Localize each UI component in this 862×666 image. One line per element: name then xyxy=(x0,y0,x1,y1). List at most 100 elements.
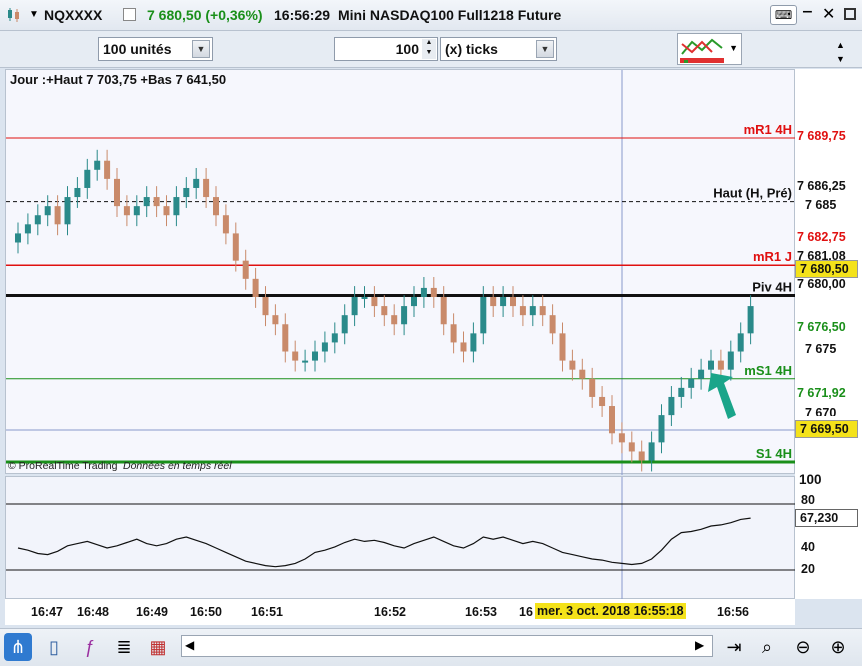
candle xyxy=(460,342,467,352)
close-icon[interactable]: ✕ xyxy=(822,4,835,24)
candle xyxy=(292,351,299,361)
candle xyxy=(698,369,705,379)
candle xyxy=(450,324,457,343)
osc-y-tick-80: 80 xyxy=(801,493,815,507)
candle xyxy=(24,224,31,234)
oscillator-pane[interactable] xyxy=(5,476,796,600)
candle xyxy=(470,333,477,352)
candle xyxy=(114,178,120,207)
candle xyxy=(183,187,190,198)
price-chart[interactable]: mR1 4H Haut (H, Pré) mR1 J Piv 4H mS1 4H S1 4… xyxy=(5,69,796,475)
candle xyxy=(609,406,615,434)
candle xyxy=(242,260,249,279)
checkbox[interactable] xyxy=(123,8,136,21)
level-label: Haut (H, Pré) xyxy=(713,186,792,201)
candle xyxy=(133,206,140,216)
stepper-down-icon[interactable]: ▼ xyxy=(422,49,436,59)
title-bar: ▼ NQXXXX 7 680,50 (+0,36%) 16:56:29 Mini… xyxy=(0,0,862,31)
candle xyxy=(717,360,724,370)
stepper-up-icon[interactable]: ▲ xyxy=(422,39,436,49)
price-axis[interactable]: 7 689,75 7 686,25 7 685 7 682,75 7 681,0… xyxy=(795,69,862,599)
ticks-unit-select[interactable]: (x) ticks ▼ xyxy=(440,37,557,61)
x-tick-label: 16:51 xyxy=(251,605,283,619)
oscillator-chart[interactable] xyxy=(6,477,796,600)
y-tick-label: 7 685 xyxy=(805,198,837,212)
quantity-select[interactable]: 100 unités ▼ xyxy=(98,37,213,61)
scroll-up-icon[interactable]: ▲ xyxy=(836,40,848,54)
candle xyxy=(529,306,536,316)
grid-icon[interactable]: ▦ xyxy=(144,633,172,661)
candle xyxy=(94,160,101,170)
symbol-label[interactable]: NQXXXX xyxy=(44,7,102,23)
share-icon[interactable]: ⋔ xyxy=(4,633,32,661)
quantity-value: 100 unités xyxy=(103,41,172,57)
candle xyxy=(648,442,655,461)
dropdown-arrow-icon[interactable]: ▼ xyxy=(29,9,39,20)
candle xyxy=(391,315,398,325)
chart-info: Jour :+Haut 7 703,75 +Bas 7 641,50 xyxy=(10,72,227,87)
candlestick-chart[interactable]: mR1 4H Haut (H, Pré) mR1 J Piv 4H mS1 4H S1 4… xyxy=(6,70,796,475)
candle xyxy=(74,187,81,198)
level-price-mr1-4h: 7 689,75 xyxy=(797,129,846,143)
level-label: mR1 4H xyxy=(744,122,792,137)
candle xyxy=(341,315,348,334)
candle xyxy=(312,351,318,361)
indicator-button[interactable]: ▼ xyxy=(677,33,742,65)
order-toolbar: 100 unités ▼ 100 ▲ ▼ (x) ticks ▼ ▼ ▲ ▼ xyxy=(0,31,862,68)
candle xyxy=(203,178,210,198)
horizontal-scrollbar[interactable]: ◀ ▶ xyxy=(181,635,713,657)
candle xyxy=(381,306,388,316)
chart-footer-brand: © ProRealTime Trading xyxy=(8,460,118,472)
price-change: 7 680,50 (+0,36%) xyxy=(147,7,263,23)
x-tick-label: 16:49 xyxy=(136,605,168,619)
chevron-down-icon[interactable]: ▼ xyxy=(192,40,210,58)
wand-icon[interactable]: ƒ xyxy=(76,633,104,661)
arrow-annotation xyxy=(708,373,736,419)
current-price-2: 7 680,00 xyxy=(797,277,846,291)
candle xyxy=(599,396,606,407)
x-tick-label: 16:48 xyxy=(77,605,109,619)
ticks-unit-value: (x) ticks xyxy=(445,41,498,57)
osc-y-tick-100: 100 xyxy=(799,472,822,487)
candle xyxy=(351,297,358,316)
candle xyxy=(44,206,51,216)
candle xyxy=(282,324,289,352)
candle xyxy=(272,315,279,325)
candle xyxy=(163,206,170,216)
y-tick-label: 7 675 xyxy=(805,342,837,356)
oscillator-value-tag: 67,230 xyxy=(795,509,858,527)
candle xyxy=(559,333,566,361)
candle xyxy=(173,197,180,216)
candle xyxy=(213,197,219,216)
candle xyxy=(104,160,111,179)
scroll-down-icon[interactable]: ▼ xyxy=(836,54,848,66)
candle xyxy=(232,233,239,261)
candle xyxy=(678,387,685,397)
maximize-icon[interactable] xyxy=(844,8,856,20)
keyboard-icon[interactable]: ⌨ xyxy=(770,5,797,25)
candle xyxy=(262,297,269,316)
chevron-down-icon[interactable]: ▼ xyxy=(536,40,554,58)
chevron-down-icon[interactable]: ▼ xyxy=(729,43,738,53)
candle xyxy=(539,306,546,316)
trade-chart-icon xyxy=(680,38,724,63)
time-axis[interactable]: 16:47 16:48 16:49 16:50 16:51 16:52 16:5… xyxy=(5,599,795,625)
scroll-right-icon[interactable]: ▶ xyxy=(695,638,704,652)
candle xyxy=(579,369,586,379)
zoom-in-icon[interactable]: ⊕ xyxy=(824,633,852,661)
list-icon[interactable]: ≣ xyxy=(110,633,138,661)
level-label: mR1 J xyxy=(753,249,792,264)
minimize-icon[interactable]: ‒ xyxy=(803,3,812,21)
candle xyxy=(727,351,734,370)
candlestick-icon[interactable] xyxy=(6,7,22,23)
candle xyxy=(361,297,368,300)
layout-icon[interactable]: ▯ xyxy=(40,633,68,661)
zoom-out-icon[interactable]: ⊖ xyxy=(789,633,817,661)
candle xyxy=(500,297,507,307)
candle xyxy=(708,360,714,370)
scroll-left-icon[interactable]: ◀ xyxy=(185,638,194,652)
candle xyxy=(430,287,437,298)
ticks-stepper[interactable]: 100 ▲ ▼ xyxy=(334,37,438,61)
end-icon[interactable]: ⇥ xyxy=(720,633,748,661)
zoom-fit-icon[interactable]: ⌕ xyxy=(753,633,781,661)
